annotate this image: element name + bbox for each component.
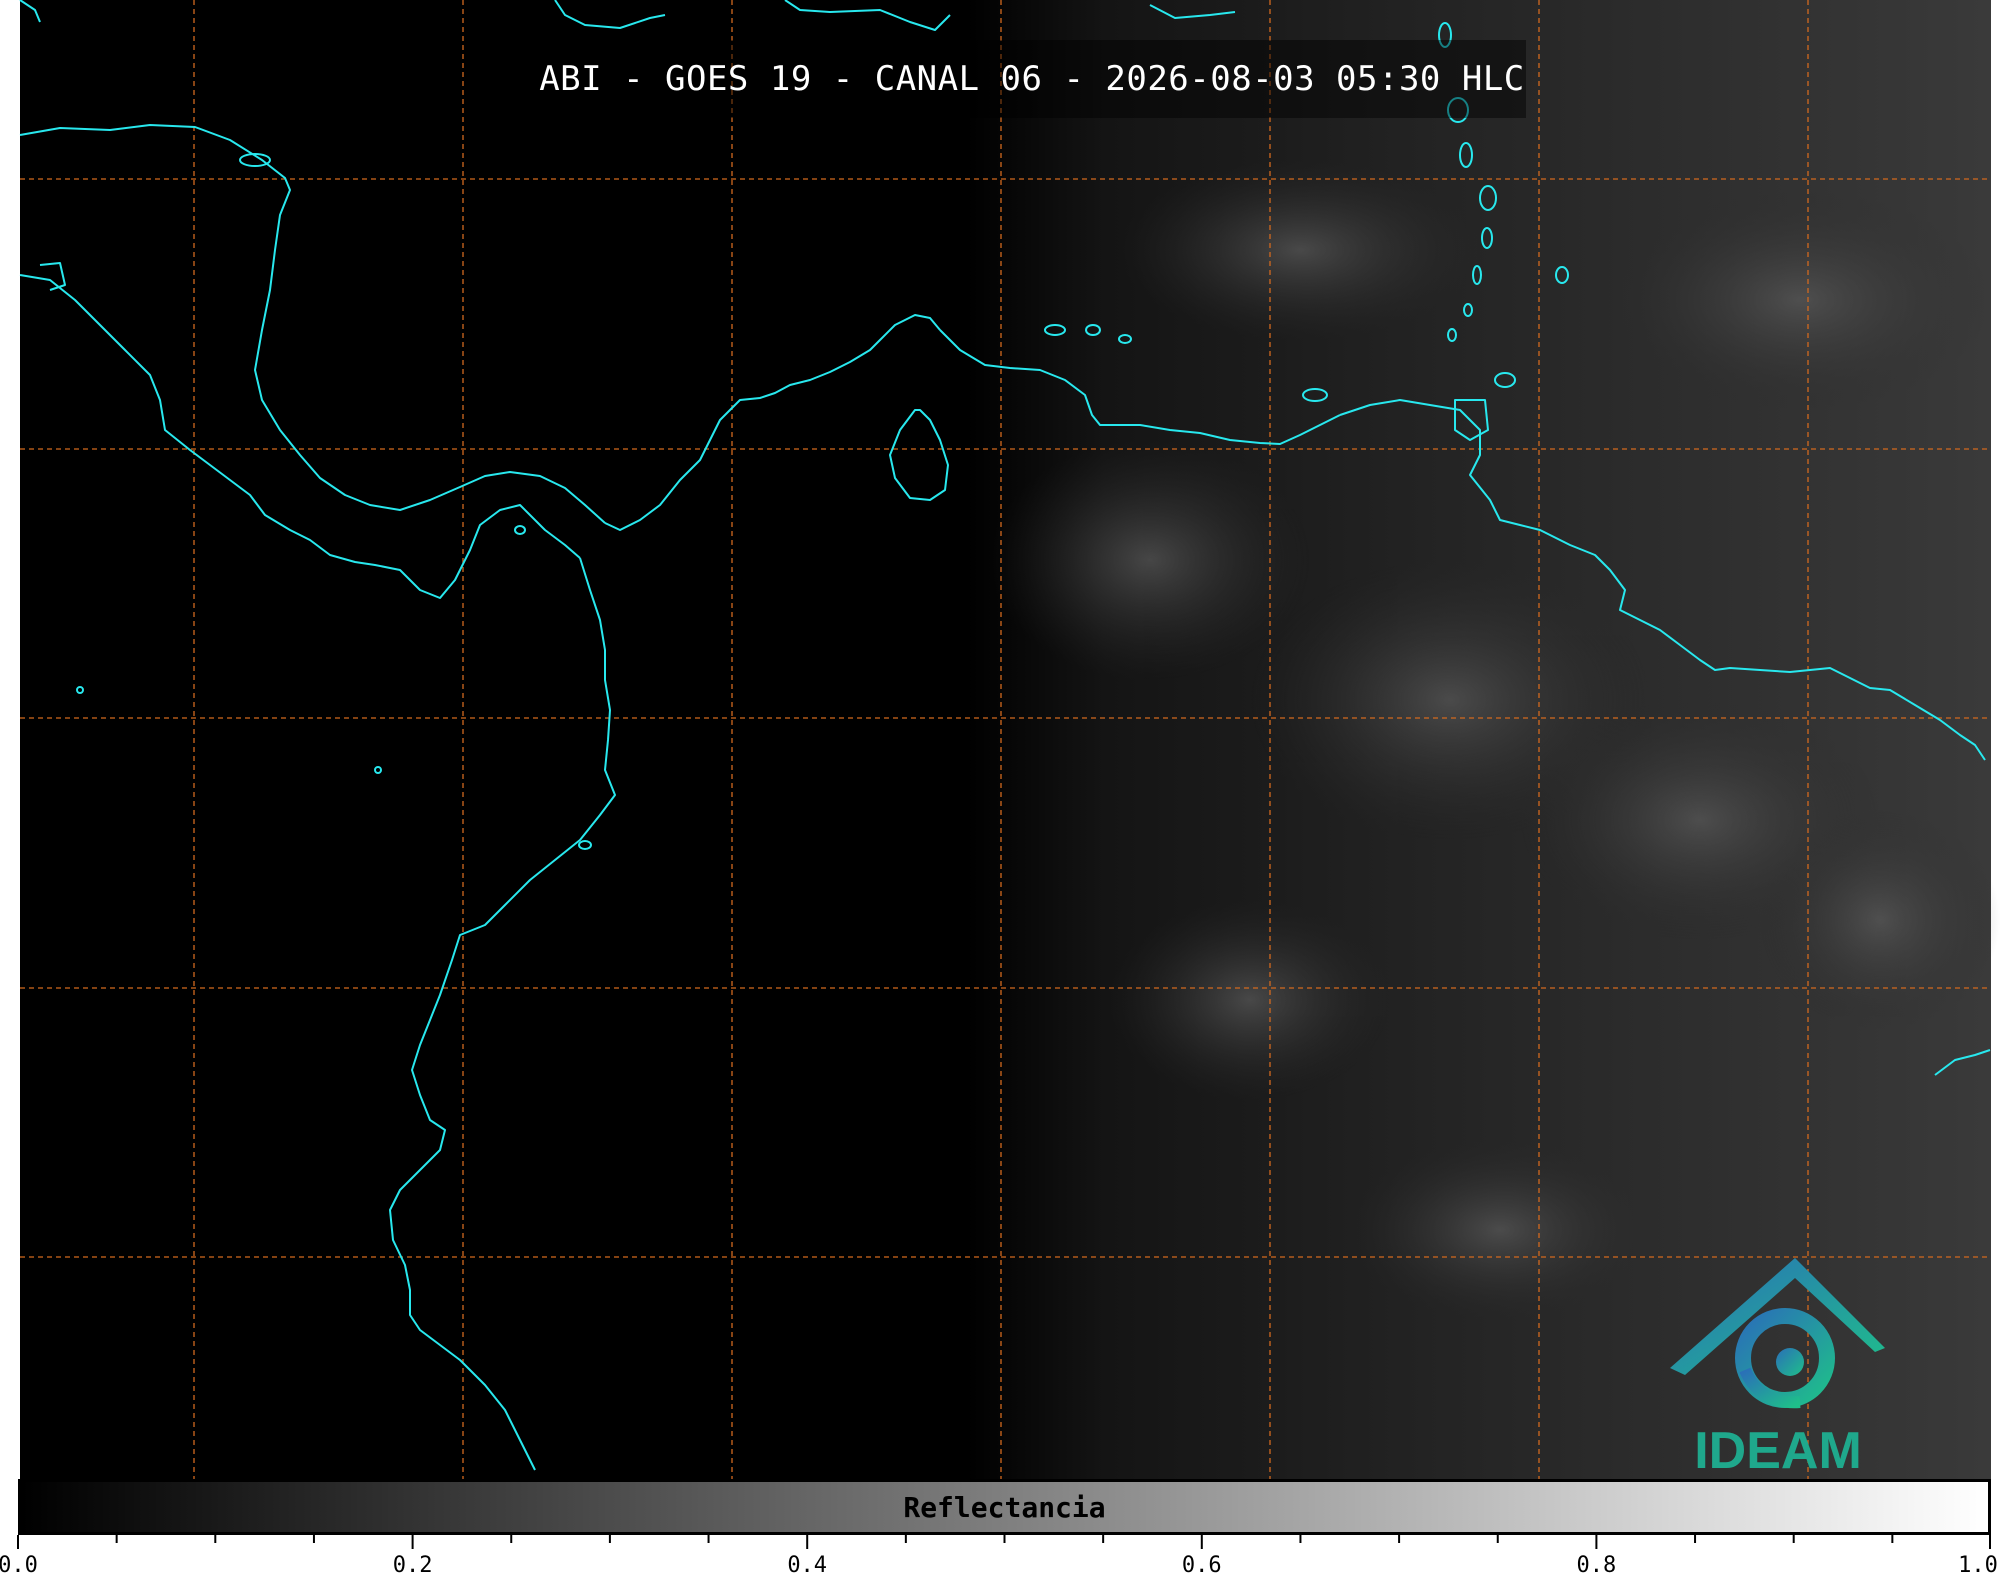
page-left-margin (0, 0, 20, 1479)
tick-label-2: 0.4 (787, 1553, 828, 1578)
colorbar: Reflectancia (18, 1479, 1991, 1539)
colorbar-ticks: 0.0 0.2 0.4 0.6 0.8 1.0 (0, 1535, 1998, 1578)
tick-label-0: 0.0 (0, 1553, 38, 1578)
title-box: ABI - GOES 19 - CANAL 06 - 2026-08-03 05… (538, 40, 1526, 118)
satellite-map: IDEAM (0, 0, 2011, 1480)
tick-label-3: 0.6 (1181, 1553, 1222, 1578)
logo-text: IDEAM (1694, 1422, 1862, 1480)
tick-label-5: 1.0 (1958, 1553, 1998, 1578)
tick-label-1: 0.2 (392, 1553, 433, 1578)
map-title: ABI - GOES 19 - CANAL 06 - 2026-08-03 05… (539, 59, 1525, 99)
tick-marks (17, 1535, 1991, 1549)
tick-label-4: 0.8 (1576, 1553, 1617, 1578)
colorbar-label: Reflectancia (903, 1490, 1106, 1524)
page-right-margin (1991, 0, 2011, 1479)
